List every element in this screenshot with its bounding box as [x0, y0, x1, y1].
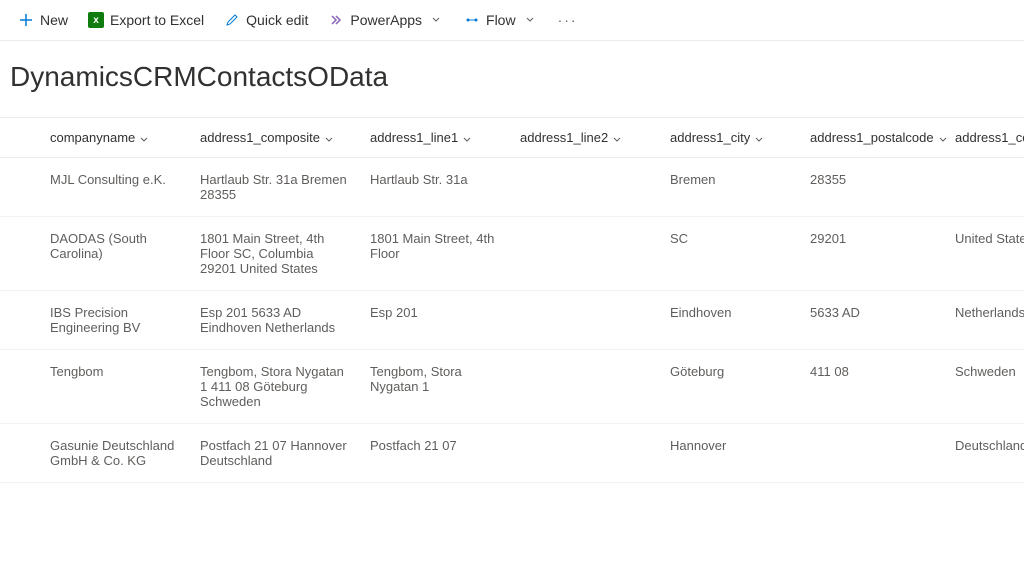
export-label: Export to Excel — [110, 12, 204, 28]
cell-address1_line2 — [510, 424, 660, 483]
cell-companyname: Gasunie Deutschland GmbH & Co. KG — [40, 424, 190, 483]
cell-address1_country: Schweden — [945, 350, 1024, 424]
cell-address1_postalcode: 411 08 — [800, 350, 945, 424]
flow-label: Flow — [486, 12, 516, 28]
cell-address1_country: Deutschland — [945, 424, 1024, 483]
cell-address1_line2 — [510, 158, 660, 217]
chevron-down-icon — [754, 133, 764, 143]
quick-edit-button[interactable]: Quick edit — [216, 8, 316, 32]
chevron-down-icon — [938, 133, 948, 143]
row-selector-cell[interactable] — [0, 291, 40, 350]
cell-address1_postalcode — [800, 424, 945, 483]
chevron-down-icon — [612, 133, 622, 143]
cell-address1_line1: Hartlaub Str. 31a — [360, 158, 510, 217]
cell-address1_composite: Postfach 21 07 Hannover Deutschland — [190, 424, 360, 483]
column-address1-postalcode[interactable]: address1_postalcode — [800, 118, 945, 158]
chevron-down-icon — [462, 133, 472, 143]
contacts-table: companyname address1_composite — [0, 118, 1024, 483]
command-bar: New x Export to Excel Quick edit PowerAp… — [0, 0, 1024, 41]
table-row[interactable]: DAODAS (South Carolina)1801 Main Street,… — [0, 217, 1024, 291]
cell-address1_composite: 1801 Main Street, 4th Floor SC, Columbia… — [190, 217, 360, 291]
row-selector-cell[interactable] — [0, 158, 40, 217]
column-label: address1_co — [955, 130, 1024, 145]
cell-companyname: Tengbom — [40, 350, 190, 424]
more-actions-button[interactable]: ··· — [550, 8, 586, 32]
cell-companyname: IBS Precision Engineering BV — [40, 291, 190, 350]
row-selector-cell[interactable] — [0, 424, 40, 483]
new-label: New — [40, 12, 68, 28]
column-label: address1_line1 — [370, 130, 458, 145]
powerapps-button[interactable]: PowerApps — [320, 8, 452, 32]
column-label: address1_composite — [200, 130, 320, 145]
plus-icon — [18, 12, 34, 28]
cell-address1_line1: Esp 201 — [360, 291, 510, 350]
cell-address1_line1: Tengbom, Stora Nygatan 1 — [360, 350, 510, 424]
column-selector[interactable] — [0, 118, 40, 158]
column-label: address1_line2 — [520, 130, 608, 145]
column-companyname[interactable]: companyname — [40, 118, 190, 158]
chevron-down-icon — [139, 133, 149, 143]
cell-address1_country: United State — [945, 217, 1024, 291]
quickedit-label: Quick edit — [246, 12, 308, 28]
cell-address1_postalcode: 5633 AD — [800, 291, 945, 350]
export-excel-button[interactable]: x Export to Excel — [80, 8, 212, 32]
table-container: companyname address1_composite — [0, 117, 1024, 483]
cell-address1_line2 — [510, 350, 660, 424]
table-row[interactable]: IBS Precision Engineering BVEsp 201 5633… — [0, 291, 1024, 350]
row-selector-cell[interactable] — [0, 217, 40, 291]
flow-button[interactable]: Flow — [456, 8, 546, 32]
cell-address1_country — [945, 158, 1024, 217]
column-address1-country[interactable]: address1_co — [945, 118, 1024, 158]
column-address1-composite[interactable]: address1_composite — [190, 118, 360, 158]
cell-address1_postalcode: 28355 — [800, 158, 945, 217]
chevron-down-icon — [522, 12, 538, 28]
cell-address1_city: Hannover — [660, 424, 800, 483]
pencil-icon — [224, 12, 240, 28]
ellipsis-icon: ··· — [558, 12, 578, 28]
cell-address1_composite: Tengbom, Stora Nygatan 1 411 08 Göteburg… — [190, 350, 360, 424]
powerapps-label: PowerApps — [350, 12, 422, 28]
table-row[interactable]: Gasunie Deutschland GmbH & Co. KGPostfac… — [0, 424, 1024, 483]
cell-address1_line2 — [510, 291, 660, 350]
column-address1-line1[interactable]: address1_line1 — [360, 118, 510, 158]
cell-companyname: DAODAS (South Carolina) — [40, 217, 190, 291]
cell-address1_composite: Hartlaub Str. 31a Bremen 28355 — [190, 158, 360, 217]
row-selector-cell[interactable] — [0, 350, 40, 424]
cell-address1_composite: Esp 201 5633 AD Eindhoven Netherlands — [190, 291, 360, 350]
chevron-down-icon — [428, 12, 444, 28]
powerapps-icon — [328, 12, 344, 28]
cell-address1_line1: Postfach 21 07 — [360, 424, 510, 483]
new-button[interactable]: New — [10, 8, 76, 32]
page-title: DynamicsCRMContactsOData — [0, 41, 1024, 117]
cell-address1_city: Bremen — [660, 158, 800, 217]
table-header-row: companyname address1_composite — [0, 118, 1024, 158]
column-address1-line2[interactable]: address1_line2 — [510, 118, 660, 158]
cell-address1_city: Eindhoven — [660, 291, 800, 350]
excel-icon: x — [88, 12, 104, 28]
cell-address1_city: SC — [660, 217, 800, 291]
cell-address1_postalcode: 29201 — [800, 217, 945, 291]
table-row[interactable]: MJL Consulting e.K.Hartlaub Str. 31a Bre… — [0, 158, 1024, 217]
column-label: address1_postalcode — [810, 130, 934, 145]
cell-address1_line1: 1801 Main Street, 4th Floor — [360, 217, 510, 291]
flow-icon — [464, 12, 480, 28]
cell-companyname: MJL Consulting e.K. — [40, 158, 190, 217]
chevron-down-icon — [324, 133, 334, 143]
table-row[interactable]: TengbomTengbom, Stora Nygatan 1 411 08 G… — [0, 350, 1024, 424]
cell-address1_country: Netherlands — [945, 291, 1024, 350]
column-address1-city[interactable]: address1_city — [660, 118, 800, 158]
column-label: address1_city — [670, 130, 750, 145]
column-label: companyname — [50, 130, 135, 145]
cell-address1_city: Göteburg — [660, 350, 800, 424]
cell-address1_line2 — [510, 217, 660, 291]
